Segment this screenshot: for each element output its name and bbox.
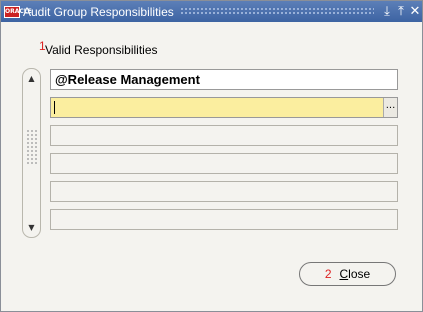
vertical-scrollbar[interactable]: ▲ ▼ (22, 68, 41, 238)
minimize-icon[interactable]: ⤓ (380, 4, 394, 19)
responsibility-field-2[interactable]: ... (50, 97, 398, 118)
responsibility-field-1[interactable]: @Release Management (50, 69, 398, 90)
title-bar-grip (179, 7, 374, 16)
text-caret (54, 101, 55, 114)
scroll-up-icon[interactable]: ▲ (25, 72, 38, 85)
scroll-thumb[interactable] (26, 129, 37, 165)
close-icon[interactable]: ✕ (408, 4, 422, 19)
oracle-app-icon: ORACLE (4, 5, 32, 18)
close-button[interactable]: 2 Close (299, 262, 396, 286)
responsibility-field-3[interactable] (50, 125, 398, 146)
audit-group-window: ORACLE Audit Group Responsibilities ⤓ ⤒ … (0, 0, 423, 312)
scroll-down-icon[interactable]: ▼ (25, 221, 38, 234)
close-button-number: 2 (324, 267, 332, 281)
responsibility-field-6[interactable] (50, 209, 398, 230)
section-label: Valid Responsibilities (45, 43, 158, 57)
maximize-icon[interactable]: ⤒ (394, 4, 408, 19)
close-button-label: Close (339, 267, 371, 281)
list-of-values-button[interactable]: ... (383, 98, 397, 117)
window-title: Audit Group Responsibilities (23, 4, 174, 19)
responsibility-field-5[interactable] (50, 181, 398, 202)
responsibility-field-4[interactable] (50, 153, 398, 174)
title-bar[interactable]: ORACLE Audit Group Responsibilities ⤓ ⤒ … (1, 1, 422, 22)
